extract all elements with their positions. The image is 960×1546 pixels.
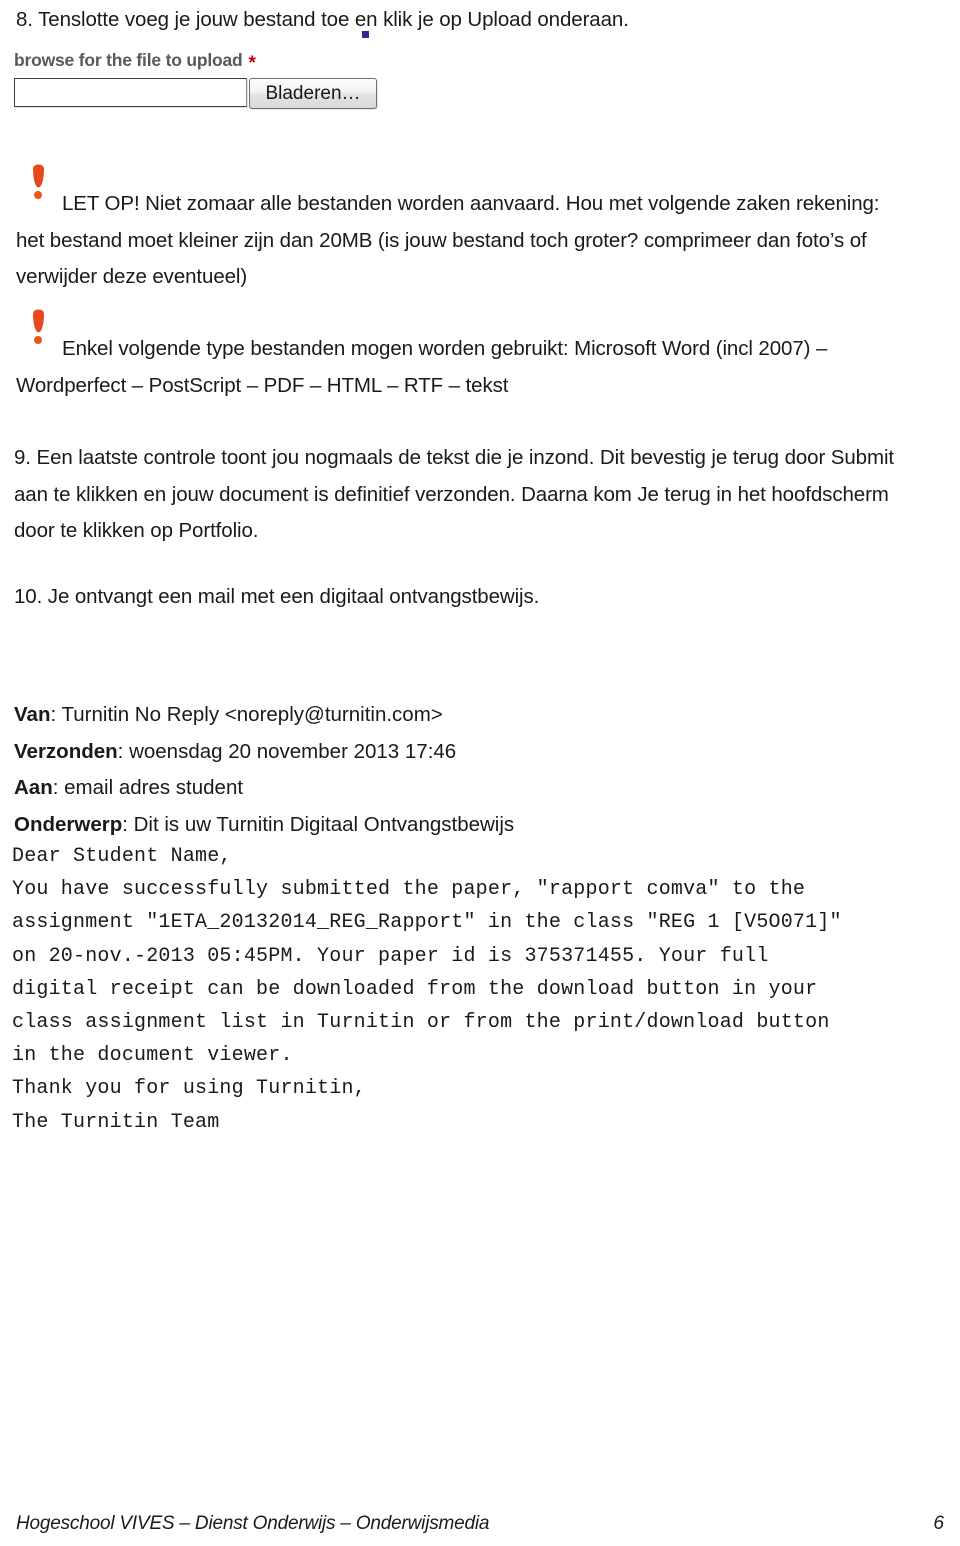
email-header-block: Van: Turnitin No Reply <noreply@turnitin… xyxy=(14,697,514,843)
exclamation-bar xyxy=(33,164,44,188)
email-body-line: assignment "1ETA_20132014_REG_Rapport" i… xyxy=(12,911,842,935)
email-label-sent: Verzonden xyxy=(14,739,118,763)
email-body-line: The Turnitin Team xyxy=(12,1110,220,1134)
email-body-line: Thank you for using Turnitin, xyxy=(12,1077,366,1101)
exclamation-bar xyxy=(33,309,44,333)
warning-1-line-1: LET OP! Niet zomaar alle bestanden worde… xyxy=(62,192,880,215)
email-body-line: class assignment list in Turnitin or fro… xyxy=(12,1011,830,1035)
step-10-paragraph: 10. Je ontvangt een mail met een digitaa… xyxy=(14,585,540,608)
email-header-row-from: Van: Turnitin No Reply <noreply@turnitin… xyxy=(14,703,443,726)
warning-2-line-1: Enkel volgende type bestanden mogen word… xyxy=(62,337,828,360)
warning-paragraph-1: LET OP! Niet zomaar alle bestanden worde… xyxy=(16,186,944,296)
document-page: 8. Tenslotte voeg je jouw bestand toe en… xyxy=(0,0,960,1546)
required-asterisk-icon: * xyxy=(248,52,256,74)
warning-1-line-3: verwijder deze eventueel) xyxy=(16,265,248,288)
email-value-subject: Dit is uw Turnitin Digitaal Ontvangstbew… xyxy=(133,812,515,836)
file-path-input[interactable] xyxy=(14,78,247,107)
email-body-line: in the document viewer. xyxy=(12,1044,293,1068)
warning-1-line-2: het bestand moet kleiner zijn dan 20MB (… xyxy=(16,228,867,252)
warning-2-line-2: Wordperfect – PostScript – PDF – HTML – … xyxy=(16,373,509,397)
browse-input-row: Bladeren… xyxy=(14,78,414,109)
email-value-to: email adres student xyxy=(64,776,244,799)
warning-paragraph-2: Enkel volgende type bestanden mogen word… xyxy=(16,331,944,404)
page-footer: Hogeschool VIVES – Dienst Onderwijs – On… xyxy=(16,1513,944,1535)
blue-artifact-mark xyxy=(362,31,369,38)
footer-text: Hogeschool VIVES – Dienst Onderwijs – On… xyxy=(16,1513,490,1534)
footer-page-number: 6 xyxy=(933,1513,944,1534)
browse-field-label: browse for the file to upload * xyxy=(14,50,414,74)
email-body-line: digital receipt can be downloaded from t… xyxy=(12,977,818,1001)
email-header-row-to: Aan: email adres student xyxy=(14,776,244,799)
email-header-row-sent: Verzonden: woensdag 20 november 2013 17:… xyxy=(14,739,457,763)
step-9-line-2: aan te klikken en jouw document is defin… xyxy=(14,482,889,506)
email-label-to: Aan xyxy=(14,776,53,799)
step-9-paragraph: 9. Een laatste controle toont jou nogmaa… xyxy=(14,440,894,550)
email-value-sent: woensdag 20 november 2013 17:46 xyxy=(129,739,457,763)
email-body-line: on 20-nov.-2013 05:45PM. Your paper id i… xyxy=(12,944,769,968)
step-9-line-1: 9. Een laatste controle toont jou nogmaa… xyxy=(14,446,894,469)
browse-label-text: browse for the file to upload xyxy=(14,50,243,70)
step-9-line-3: door te klikken op Portfolio. xyxy=(14,519,259,542)
email-body-line: Dear Student Name, xyxy=(12,845,232,868)
email-header-row-subject: Onderwerp: Dit is uw Turnitin Digitaal O… xyxy=(14,812,515,836)
email-body: Dear Student Name, You have successfully… xyxy=(12,840,842,1139)
email-value-from: Turnitin No Reply <noreply@turnitin.com> xyxy=(61,703,443,726)
browse-for-file-widget: browse for the file to upload * Bladeren… xyxy=(14,50,414,109)
email-label-from: Van xyxy=(14,703,51,726)
email-body-line: You have successfully submitted the pape… xyxy=(12,878,806,902)
step-8-heading: 8. Tenslotte voeg je jouw bestand toe en… xyxy=(16,8,629,31)
browse-button[interactable]: Bladeren… xyxy=(249,78,377,109)
email-label-subject: Onderwerp xyxy=(14,812,123,836)
